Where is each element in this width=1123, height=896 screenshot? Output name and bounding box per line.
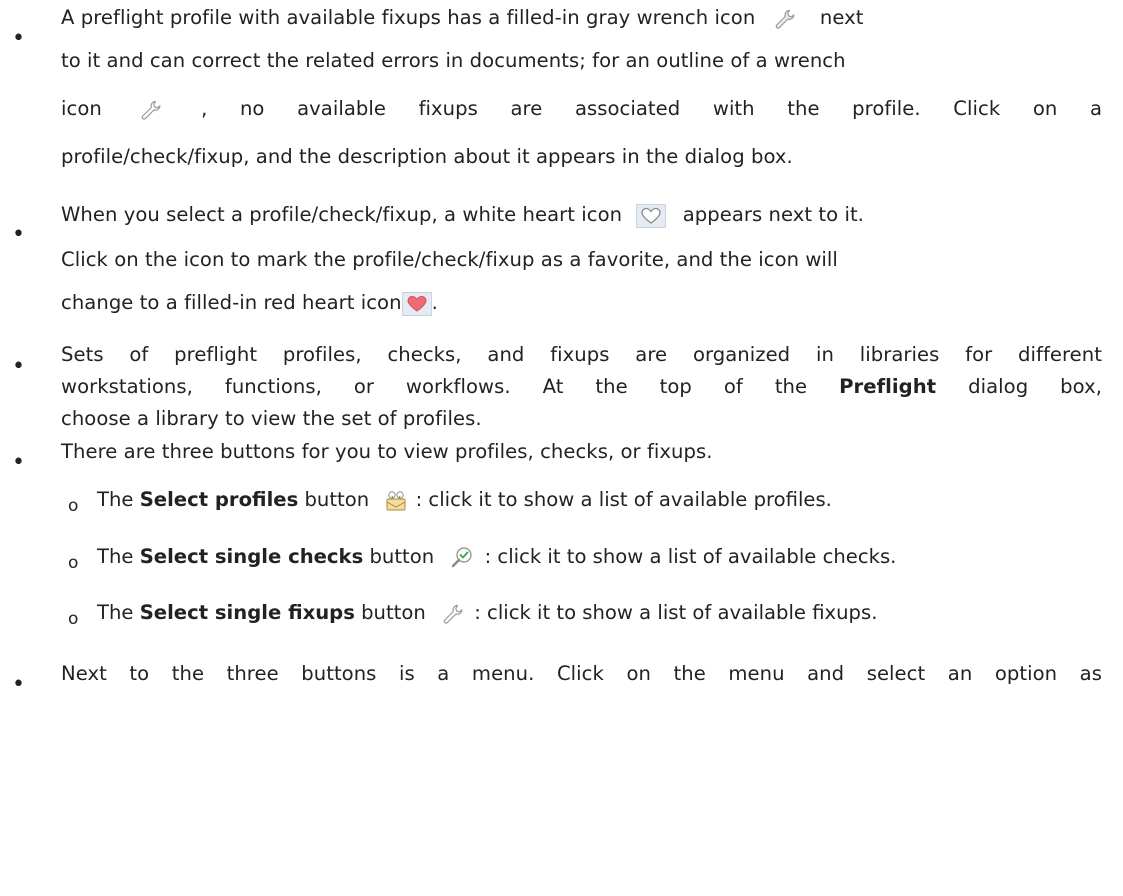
- wrench-outline-icon: [442, 603, 464, 625]
- sub-item-text: The Select single checks button : click …: [97, 545, 897, 570]
- heart-filled-icon: [401, 291, 432, 316]
- wrench-outline-icon: [140, 99, 162, 121]
- heart-outline-icon: [636, 203, 667, 228]
- sub-item-text: The Select profiles button : click it to…: [97, 488, 832, 512]
- bullet: [12, 362, 22, 372]
- bullet: [12, 680, 22, 690]
- sub-item-text: The Select single fixups button : click …: [97, 601, 878, 625]
- bullet: [12, 230, 22, 240]
- select-checks-icon: [450, 546, 474, 570]
- document-page: A preflight profile with available fixup…: [0, 0, 1123, 896]
- select-profiles-icon: [385, 490, 407, 512]
- wrench-filled-icon: [774, 8, 796, 30]
- bullet: [12, 34, 22, 44]
- bullet: [12, 458, 22, 468]
